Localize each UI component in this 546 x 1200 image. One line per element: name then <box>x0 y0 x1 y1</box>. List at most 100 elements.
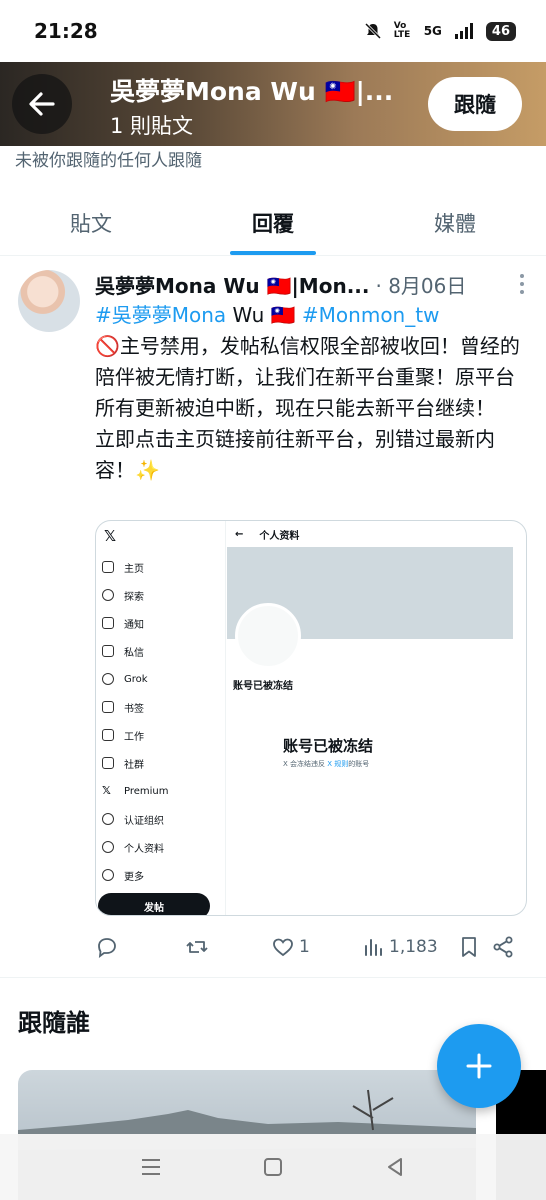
verified-org-icon <box>102 813 114 825</box>
share-icon <box>493 936 513 958</box>
media-nav-item: 工作 <box>102 721 169 749</box>
media-nav-item: 探索 <box>102 581 169 609</box>
tweet-date[interactable]: · 8月06日 <box>375 270 466 299</box>
media-frozen-note: X 会冻结违反 X 规则的账号 <box>283 760 370 768</box>
hashtag-link[interactable]: #Monmon_tw <box>302 303 440 327</box>
media-nav-label: Grok <box>124 673 148 685</box>
bookmark-icon <box>462 937 476 957</box>
follow-button[interactable]: 跟隨 <box>428 77 522 131</box>
compose-button[interactable] <box>437 1024 521 1108</box>
network-label: 5G <box>423 24 442 38</box>
tab-label: 回覆 <box>252 212 294 236</box>
view-count: 1,183 <box>389 937 438 957</box>
post-count: 1 則貼文 <box>110 114 194 138</box>
like-count: 1 <box>299 937 310 957</box>
media-nav-label: 私信 <box>124 647 144 659</box>
tweet-paragraph: 🚫主号禁用，发帖私信权限全部被收回！曾经的陪伴被无情打断，让我们在新平台重聚！原… <box>95 334 520 420</box>
battery-indicator: 46 <box>485 21 516 41</box>
profile-header: 吳夢夢Mona Wu 🇹🇼|... 1 則貼文 跟隨 <box>0 62 546 146</box>
media-nav-label: 更多 <box>124 871 144 883</box>
tweet[interactable]: 吳夢夢Mona Wu 🇹🇼|Mon... · 8月06日 #吳夢夢Mona Wu… <box>0 256 546 978</box>
active-tab-indicator <box>230 251 316 255</box>
who-to-follow-title: 跟隨誰 <box>18 1009 90 1037</box>
grok-icon <box>102 673 114 685</box>
reply-icon <box>98 938 116 958</box>
media-nav-item: 个人资料 <box>102 833 169 861</box>
more-circle-icon <box>102 869 114 881</box>
media-nav-item: 书签 <box>102 693 169 721</box>
arrow-left-icon: ← <box>235 529 244 540</box>
tweet-paragraph: 立即点击主页链接前往新平台，别错过最新内容！✨ <box>95 427 495 482</box>
tweet-media-image[interactable]: 𝕏 主页 探索 通知 私信 Grok 书签 工作 社群 𝕏 Premium 认证组… <box>95 520 527 916</box>
search-icon <box>102 589 114 601</box>
bookmark-button[interactable] <box>457 935 491 959</box>
views-button[interactable]: 1,183 <box>361 935 457 959</box>
system-nav-bar <box>0 1134 546 1200</box>
media-nav-label: 主页 <box>124 563 144 575</box>
x-premium-icon: 𝕏 <box>102 784 111 797</box>
media-nav-label: 探索 <box>124 591 144 603</box>
x-logo-icon: 𝕏 <box>104 527 117 545</box>
tab-posts[interactable]: 貼文 <box>0 192 182 255</box>
media-nav-item: 通知 <box>102 609 169 637</box>
media-nav-item: 𝕏 Premium <box>102 777 169 805</box>
plus-icon <box>466 1053 492 1079</box>
author-name[interactable]: 吳夢夢Mona Wu 🇹🇼|Mon... <box>95 270 369 299</box>
media-nav-label: 工作 <box>124 731 144 743</box>
media-main: ← 个人资料 账号已被冻结 账号已被冻结 X 会冻结违反 X 规则的账号 <box>227 521 526 915</box>
tweet-text-segment: Wu 🇹🇼 <box>226 303 302 327</box>
share-button[interactable] <box>491 935 521 959</box>
community-icon <box>102 757 114 769</box>
home-icon <box>102 561 114 573</box>
media-nav-label: Premium <box>124 785 169 797</box>
profile-title: 吳夢夢Mona Wu 🇹🇼|... <box>110 77 394 106</box>
person-icon <box>102 841 114 853</box>
retweet-icon <box>186 941 208 953</box>
arrow-left-icon <box>29 92 55 116</box>
reply-button[interactable] <box>95 935 185 959</box>
mute-bell-icon <box>364 22 381 40</box>
bell-icon <box>102 617 114 629</box>
system-icons: Vo LTE 5G 46 <box>364 21 516 41</box>
media-nav-item: 更多 <box>102 861 169 889</box>
retweet-button[interactable] <box>185 935 271 959</box>
tab-label: 媒體 <box>434 212 476 236</box>
tweet-header: 吳夢夢Mona Wu 🇹🇼|Mon... · 8月06日 <box>95 270 485 299</box>
media-nav-item: 主页 <box>102 553 169 581</box>
tweet-actions: 1 1,183 <box>95 932 525 962</box>
like-button[interactable]: 1 <box>271 935 361 959</box>
heart-icon <box>273 938 293 957</box>
media-page-title: 个人资料 <box>259 531 300 542</box>
analytics-icon <box>365 939 382 956</box>
media-nav-item: 私信 <box>102 637 169 665</box>
media-nav-label: 书签 <box>124 703 144 715</box>
media-nav-item: Grok <box>102 665 169 693</box>
media-nav-item: 认证组织 <box>102 805 169 833</box>
media-nav-label: 通知 <box>124 619 144 631</box>
recent-apps-icon[interactable] <box>140 1157 162 1177</box>
hashtag-link[interactable]: #吳夢夢Mona <box>95 303 226 327</box>
tab-replies[interactable]: 回覆 <box>182 192 364 255</box>
media-nav: 主页 探索 通知 私信 Grok 书签 工作 社群 𝕏 Premium 认证组织 … <box>102 553 169 889</box>
back-button[interactable] <box>12 74 72 134</box>
more-options-icon[interactable] <box>520 274 524 294</box>
tab-media[interactable]: 媒體 <box>364 192 546 255</box>
bookmark-icon <box>102 701 114 713</box>
profile-tabs: 貼文 回覆 媒體 <box>0 192 546 256</box>
media-nav-label: 认证组织 <box>124 815 164 827</box>
media-avatar <box>235 603 301 669</box>
home-button-icon[interactable] <box>262 1156 284 1178</box>
mail-icon <box>102 645 114 657</box>
followers-you-know: 未被你跟隨的任何人跟隨 <box>15 151 202 171</box>
media-topbar: ← 个人资料 <box>235 527 299 542</box>
status-bar: 21:28 Vo LTE 5G 46 <box>0 0 546 62</box>
status-time: 21:28 <box>34 19 98 43</box>
media-frozen-heading: 账号已被冻结 <box>283 737 374 755</box>
media-sidebar: 𝕏 主页 探索 通知 私信 Grok 书签 工作 社群 𝕏 Premium 认证组… <box>96 521 226 915</box>
tweet-text: #吳夢夢Mona Wu 🇹🇼 #Monmon_tw 🚫主号禁用，发帖私信权限全部… <box>95 300 531 486</box>
media-nav-item: 社群 <box>102 749 169 777</box>
signal-icon <box>454 23 473 39</box>
avatar[interactable] <box>18 270 80 332</box>
media-nav-label: 个人资料 <box>124 843 164 855</box>
back-nav-icon[interactable] <box>384 1156 406 1178</box>
